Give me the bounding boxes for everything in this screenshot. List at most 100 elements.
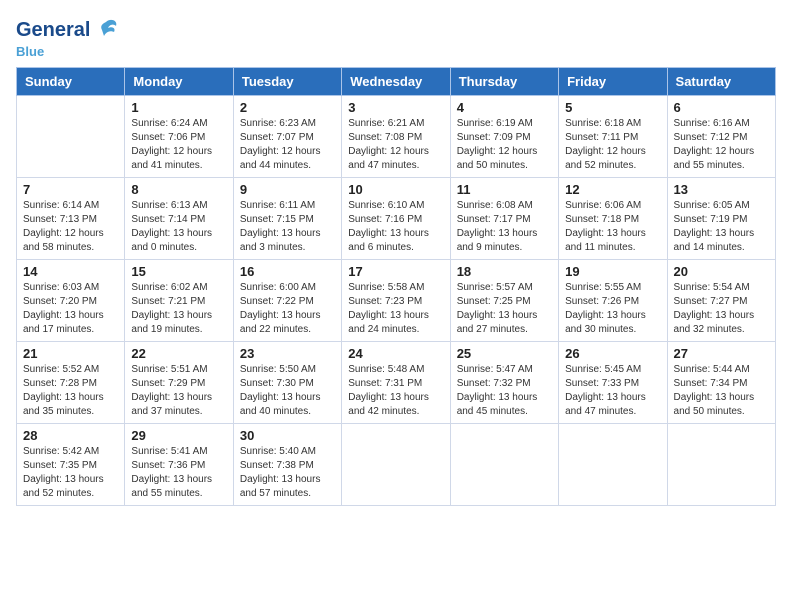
day-info-text: Daylight: 12 hours (131, 145, 226, 159)
day-info-text: Daylight: 12 hours (565, 145, 660, 159)
calendar-cell: 29Sunrise: 5:41 AMSunset: 7:36 PMDayligh… (125, 424, 233, 506)
day-info-text: Daylight: 13 hours (348, 309, 443, 323)
calendar-table: SundayMondayTuesdayWednesdayThursdayFrid… (16, 67, 776, 506)
day-info-text: Sunrise: 5:54 AM (674, 281, 769, 295)
day-info-text: and 47 minutes. (565, 405, 660, 419)
day-info-text: Sunrise: 5:51 AM (131, 363, 226, 377)
calendar-cell: 21Sunrise: 5:52 AMSunset: 7:28 PMDayligh… (17, 342, 125, 424)
day-info-text: Sunset: 7:16 PM (348, 213, 443, 227)
day-info-text: Daylight: 13 hours (240, 309, 335, 323)
day-info-text: Sunset: 7:25 PM (457, 295, 552, 309)
calendar-cell: 2Sunrise: 6:23 AMSunset: 7:07 PMDaylight… (233, 96, 341, 178)
calendar-cell (667, 424, 775, 506)
calendar-cell: 15Sunrise: 6:02 AMSunset: 7:21 PMDayligh… (125, 260, 233, 342)
day-info-text: Sunrise: 6:13 AM (131, 199, 226, 213)
day-info-text: and 6 minutes. (348, 241, 443, 255)
day-info-text: Sunrise: 6:03 AM (23, 281, 118, 295)
day-info-text: Sunset: 7:20 PM (23, 295, 118, 309)
day-info-text: and 55 minutes. (674, 159, 769, 173)
day-info-text: and 22 minutes. (240, 323, 335, 337)
calendar-cell: 28Sunrise: 5:42 AMSunset: 7:35 PMDayligh… (17, 424, 125, 506)
day-info-text: Sunset: 7:34 PM (674, 377, 769, 391)
day-info-text: and 40 minutes. (240, 405, 335, 419)
day-number: 17 (348, 264, 443, 279)
day-info-text: Daylight: 13 hours (240, 391, 335, 405)
day-number: 26 (565, 346, 660, 361)
day-info-text: Sunrise: 6:08 AM (457, 199, 552, 213)
day-info-text: Sunset: 7:12 PM (674, 131, 769, 145)
day-info-text: Sunset: 7:08 PM (348, 131, 443, 145)
day-info-text: and 3 minutes. (240, 241, 335, 255)
calendar-cell: 30Sunrise: 5:40 AMSunset: 7:38 PMDayligh… (233, 424, 341, 506)
day-number: 1 (131, 100, 226, 115)
day-info-text: Sunrise: 6:00 AM (240, 281, 335, 295)
day-number: 2 (240, 100, 335, 115)
day-number: 8 (131, 182, 226, 197)
weekday-header-tuesday: Tuesday (233, 68, 341, 96)
day-info-text: Sunset: 7:21 PM (131, 295, 226, 309)
day-info-text: and 37 minutes. (131, 405, 226, 419)
day-info-text: Sunrise: 5:42 AM (23, 445, 118, 459)
calendar-week-row: 14Sunrise: 6:03 AMSunset: 7:20 PMDayligh… (17, 260, 776, 342)
day-info-text: Sunrise: 5:41 AM (131, 445, 226, 459)
day-info-text: and 45 minutes. (457, 405, 552, 419)
day-info-text: Daylight: 13 hours (131, 227, 226, 241)
day-number: 21 (23, 346, 118, 361)
day-info-text: Daylight: 13 hours (23, 473, 118, 487)
day-number: 25 (457, 346, 552, 361)
calendar-cell: 13Sunrise: 6:05 AMSunset: 7:19 PMDayligh… (667, 178, 775, 260)
day-info-text: Daylight: 12 hours (674, 145, 769, 159)
calendar-cell: 18 Sunrise: 5:57 AMSunset: 7:25 PMDayligh… (450, 260, 558, 342)
day-number: 28 (23, 428, 118, 443)
day-info-text: Sunrise: 6:18 AM (565, 117, 660, 131)
calendar-cell: 27Sunrise: 5:44 AMSunset: 7:34 PMDayligh… (667, 342, 775, 424)
day-info-text: Daylight: 13 hours (674, 309, 769, 323)
day-info-text: Sunrise: 6:16 AM (674, 117, 769, 131)
day-info-text: Daylight: 13 hours (131, 473, 226, 487)
day-info-text: and 52 minutes. (23, 487, 118, 501)
day-info-text: Sunrise: 5:58 AM (348, 281, 443, 295)
day-info-text: and 57 minutes. (240, 487, 335, 501)
day-number: 11 (457, 182, 552, 197)
day-info-text: and 24 minutes. (348, 323, 443, 337)
day-info-text: Sunrise: 5:50 AM (240, 363, 335, 377)
day-info-text: and 44 minutes. (240, 159, 335, 173)
day-number: 12 (565, 182, 660, 197)
day-info-text: Daylight: 13 hours (457, 309, 552, 323)
day-info-text: Sunrise: 6:05 AM (674, 199, 769, 213)
day-info-text: Daylight: 13 hours (674, 391, 769, 405)
day-info-text: Sunrise: 6:21 AM (348, 117, 443, 131)
day-info-text: and 17 minutes. (23, 323, 118, 337)
calendar-cell: 16Sunrise: 6:00 AMSunset: 7:22 PMDayligh… (233, 260, 341, 342)
weekday-header-sunday: Sunday (17, 68, 125, 96)
logo-general-text: General (16, 20, 90, 40)
calendar-cell: 25Sunrise: 5:47 AMSunset: 7:32 PMDayligh… (450, 342, 558, 424)
day-info-text: Sunrise: 6:02 AM (131, 281, 226, 295)
day-info-text: and 50 minutes. (457, 159, 552, 173)
calendar-week-row: 21Sunrise: 5:52 AMSunset: 7:28 PMDayligh… (17, 342, 776, 424)
day-info-text: Daylight: 13 hours (348, 227, 443, 241)
day-info-text: Sunrise: 6:06 AM (565, 199, 660, 213)
day-info-text: Sunset: 7:07 PM (240, 131, 335, 145)
day-info-text: Sunset: 7:18 PM (565, 213, 660, 227)
day-info-text: Daylight: 13 hours (240, 473, 335, 487)
day-info-text: Daylight: 13 hours (565, 227, 660, 241)
day-number: 6 (674, 100, 769, 115)
day-info-text: Sunrise: 6:10 AM (348, 199, 443, 213)
weekday-header-monday: Monday (125, 68, 233, 96)
day-info-text: Sunrise: 6:14 AM (23, 199, 118, 213)
calendar-cell (342, 424, 450, 506)
day-info-text: and 30 minutes. (565, 323, 660, 337)
day-info-text: Sunrise: 5:57 AM (457, 281, 552, 295)
day-info-text: Daylight: 13 hours (131, 309, 226, 323)
weekday-header-row: SundayMondayTuesdayWednesdayThursdayFrid… (17, 68, 776, 96)
calendar-cell: 11Sunrise: 6:08 AMSunset: 7:17 PMDayligh… (450, 178, 558, 260)
logo: General Blue (16, 16, 120, 59)
day-info-text: Daylight: 13 hours (131, 391, 226, 405)
day-number: 3 (348, 100, 443, 115)
calendar-cell: 19Sunrise: 5:55 AMSunset: 7:26 PMDayligh… (559, 260, 667, 342)
day-number: 18 (457, 264, 552, 279)
day-info-text: Sunrise: 5:52 AM (23, 363, 118, 377)
day-info-text: Sunrise: 6:19 AM (457, 117, 552, 131)
calendar-cell: 26Sunrise: 5:45 AMSunset: 7:33 PMDayligh… (559, 342, 667, 424)
